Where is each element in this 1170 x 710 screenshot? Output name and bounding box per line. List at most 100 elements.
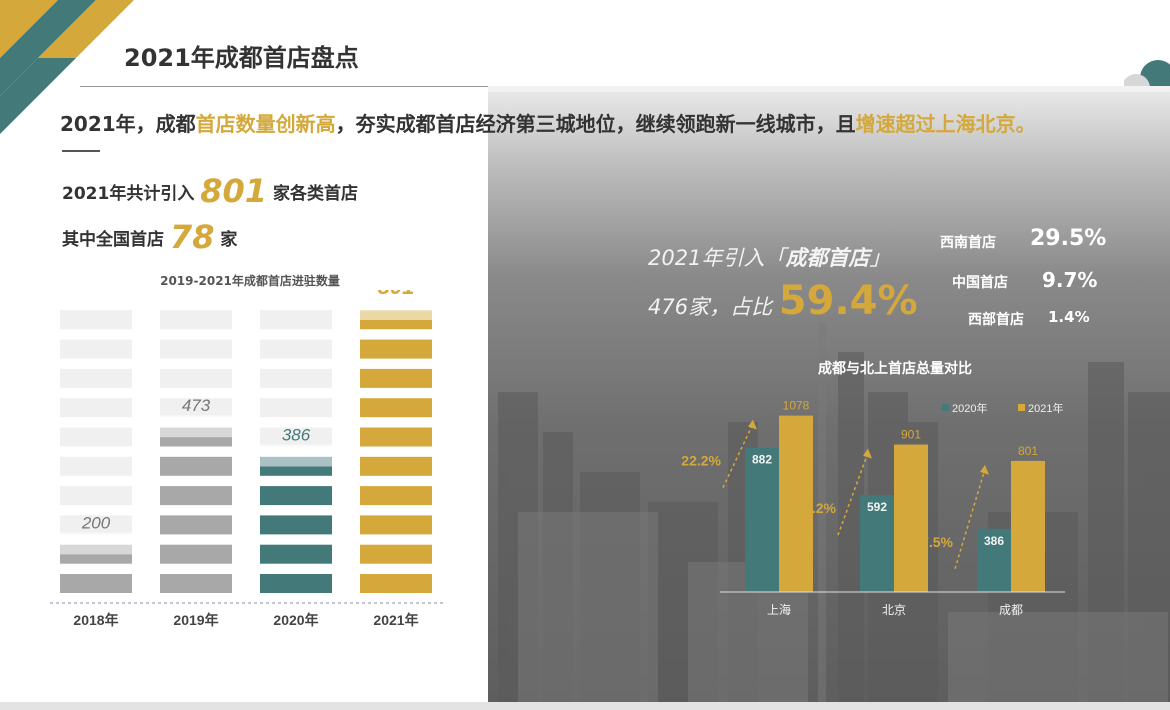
bar-segment-empty (160, 310, 232, 330)
legend-label: 2021年 (1028, 401, 1063, 415)
bar-segment-filled (160, 574, 232, 593)
stat-total-suffix: 家各类首店 (272, 184, 358, 204)
bar-segment-empty (160, 339, 232, 359)
bar-2020 (745, 447, 779, 592)
bar-value-label: 473 (182, 396, 211, 415)
legend-swatch (942, 404, 949, 411)
bar-value-label: 386 (984, 534, 1004, 548)
headline: 2021年，成都首店数量创新高，夯实成都首店经济第三城地位，继续领跑新一线城市，… (60, 108, 1036, 137)
bar-segment-filled (360, 398, 432, 418)
category-label: 2020年 (273, 612, 318, 628)
bar-segment-empty (160, 368, 232, 388)
bar-value-label: 1078 (783, 399, 810, 413)
category-label: 上海 (767, 602, 791, 617)
bar-segment-filled (260, 515, 332, 535)
bar-segment-empty (260, 398, 332, 418)
bar-segment-filled (160, 486, 232, 506)
headline-highlight1: 首店数量创新高 (195, 112, 336, 136)
bar-segment-empty (60, 310, 132, 330)
bar-2021 (1011, 460, 1045, 592)
bar-segment-empty (60, 398, 132, 418)
bar-segment-empty (260, 310, 332, 330)
share-value-southwest: 29.5% (1030, 226, 1107, 251)
bar-segment-empty (260, 339, 332, 359)
bar-segment-filled (360, 515, 432, 535)
category-label: 2018年 (73, 612, 118, 628)
share-label-southwest: 西南首店 (940, 235, 996, 251)
page-title: 2021年成都首店盘点 (124, 44, 359, 72)
legend-swatch (1018, 404, 1025, 411)
yearly-count-chart: 200 2018年 473 2019年 386 2020年 801 2021年 (50, 290, 445, 628)
stat-national-value: 78 (169, 218, 215, 256)
category-label: 成都 (999, 603, 1023, 617)
share-value-china: 9.7% (1042, 268, 1098, 292)
bar-top-highlight (360, 298, 432, 320)
bar-top-highlight (60, 532, 132, 555)
stat-total: 2021年共计引入 801 家各类首店 (62, 172, 358, 210)
growth-label: 107.5% (906, 534, 954, 550)
bar-segment-filled (160, 515, 232, 535)
short-divider (62, 150, 100, 152)
bar-segment-filled (360, 486, 432, 506)
intro-bold: 成都首店 (785, 246, 870, 270)
right-chart-title: 成都与北上首店总量对比 (818, 361, 972, 377)
category-label: 2019年 (173, 612, 218, 628)
growth-arrowhead (748, 419, 757, 430)
intro-text: 2021年引入「成都首店」 (648, 242, 890, 272)
bar-value-label: 386 (282, 426, 311, 445)
count-text: 476家，占比 59.4% (648, 278, 918, 324)
intro-suffix: 」 (869, 246, 891, 270)
growth-arrowhead (980, 464, 989, 475)
bar-segment-empty (60, 368, 132, 388)
growth-label: 22.2% (681, 453, 721, 469)
bottom-strip (0, 702, 1170, 710)
bar-segment-filled (160, 544, 232, 564)
bar-segment-empty (60, 486, 132, 506)
headline-part1: 2021年，成都 (60, 112, 196, 136)
growth-arrowhead (863, 448, 872, 459)
category-label: 北京 (882, 603, 906, 617)
bar-segment-filled (360, 368, 432, 388)
bar-segment-empty (60, 456, 132, 476)
bar-2021 (894, 444, 928, 592)
growth-label: 52.2% (796, 500, 836, 516)
headline-part2: ，夯实成都首店经济第三城地位，继续领跑新一线城市，且 (335, 112, 856, 136)
bar-segment-filled (260, 486, 332, 506)
stat-national-suffix: 家 (220, 230, 238, 250)
count-prefix: 476家，占比 (648, 295, 773, 319)
stat-total-prefix: 2021年共计引入 (62, 184, 195, 204)
city-comparison-chart: 882 1078 上海 22.2% 592 901 北京 52.2% 386 801 成都 107.5… (681, 399, 1065, 617)
bar-top-highlight (260, 444, 332, 467)
bar-segment-empty (260, 368, 332, 388)
bar-segment-empty (60, 339, 132, 359)
bar-value-label: 200 (81, 513, 111, 532)
bar-segment-filled (260, 544, 332, 564)
bar-value-label: 801 (1018, 444, 1038, 458)
headline-highlight2: 增速超过上海北京。 (855, 112, 1036, 136)
bar-segment-filled (360, 456, 432, 476)
bar-value-label: 882 (752, 453, 772, 467)
intro-prefix: 2021年引入「 (648, 246, 786, 270)
bar-value-label: 901 (901, 428, 921, 442)
bar-segment-filled (160, 456, 232, 476)
bar-value-label: 801 (378, 290, 415, 299)
share-label-china: 中国首店 (952, 275, 1008, 291)
share-value-west: 1.4% (1048, 308, 1090, 326)
stat-total-value: 801 (200, 172, 268, 210)
bar-value-label: 592 (867, 500, 887, 514)
bar-segment-filled (360, 427, 432, 447)
bar-segment-empty (60, 427, 132, 447)
left-chart-title: 2019-2021年成都首店进驻数量 (160, 274, 340, 288)
stat-national: 其中全国首店 78 家 (62, 218, 237, 256)
bar-top-highlight (160, 415, 232, 438)
share-percent: 59.4% (778, 278, 918, 324)
bar-segment-filled (260, 574, 332, 593)
bar-segment-filled (360, 339, 432, 359)
bar-segment-filled (360, 544, 432, 564)
share-label-west: 西部首店 (968, 312, 1024, 328)
category-label: 2021年 (373, 612, 418, 628)
stat-national-prefix: 其中全国首店 (62, 230, 164, 250)
bar-segment-filled (360, 574, 432, 593)
bar-segment-filled (60, 574, 132, 593)
legend-label: 2020年 (952, 401, 987, 415)
